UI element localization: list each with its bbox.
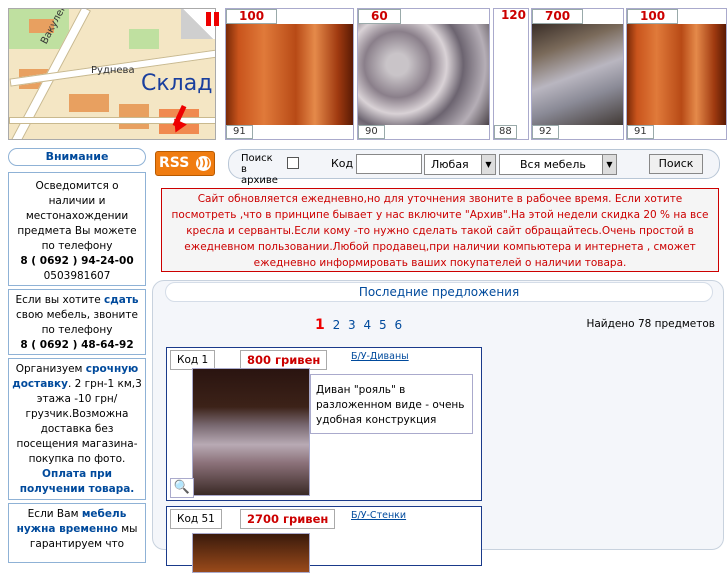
results-count: Найдено 78 предметов [586,318,715,330]
thumbnail-price: 700 [532,9,584,24]
phone-number: 0503981607 [43,270,111,282]
page-link-current[interactable]: 1 [315,317,325,333]
phone-number: 8 ( 0692 ) 94-24-00 [20,255,134,267]
product-photo[interactable] [226,24,353,125]
archive-checkbox[interactable] [287,157,299,169]
listing-description: Диван "рояль" в разложенном виде - очень… [310,374,473,434]
search-button[interactable]: Поиск [649,154,703,174]
search-bar: Поиск в архиве Код Любая ▼ Вся мебель ▼ … [228,149,720,186]
info-box-sell: Если вы хотите сдать свою мебель, звонит… [8,289,146,355]
street-label-2: Руднева [91,65,135,76]
info-text: Если вы хотите сдать свою мебель, звонит… [15,294,139,336]
info-box-delivery: Организуем срочную доставку. 2 грн-1 км,… [8,358,146,500]
listing-card[interactable]: Код 1 800 гривен Б/У-Диваны 🔍 Диван "роя… [166,347,482,501]
rss-icon: ))) [196,156,211,171]
info-text: Организуем срочную доставку. 2 грн-1 км,… [12,363,142,465]
rss-button[interactable]: RSS ))) [155,151,215,176]
location-map[interactable]: Вакуленчука Руднева Склад [8,8,216,140]
thumbnail-code: 91 [627,125,654,139]
listing-photo[interactable] [192,368,310,496]
thumbnail-item[interactable]: 100 91 [225,8,354,140]
magnifier-icon[interactable]: 🔍 [170,478,194,498]
info-highlight: Оплата при получении товара. [19,468,135,495]
info-text: Если Вам мебель нужна временно мы гарант… [16,508,138,550]
thumbnail-code: 91 [226,125,253,139]
category-select[interactable]: Вся мебель ▼ [499,154,617,175]
listing-photo[interactable] [192,533,310,573]
pause-marker-icon [206,12,211,26]
listing-price: 800 гривен [240,350,328,370]
pagination: 1 2 3 4 5 6 [315,317,402,333]
thumbnail-price: 100 [627,9,679,24]
thumbnail-code: 90 [358,125,385,139]
thumbnail-item[interactable]: 60 90 [357,8,490,140]
thumbnail-item[interactable]: 700 92 [531,8,624,140]
chevron-down-icon: ▼ [602,155,616,174]
product-photo[interactable] [494,24,528,125]
listing-category-link[interactable]: Б/У-Стенки [351,510,406,521]
listing-card[interactable]: Код 51 2700 гривен Б/У-Стенки [166,506,482,573]
listing-code: Код 51 [170,509,222,529]
thumbnail-price: 120 [500,8,526,22]
section-heading: Последние предложения [165,282,713,302]
info-box-contact: Осведомится о наличии и местонахождении … [8,172,146,286]
condition-select[interactable]: Любая ▼ [424,154,496,175]
product-photo[interactable] [532,24,623,125]
latest-offers-panel: Последние предложения 1 2 3 4 5 6 Найден… [152,280,724,573]
thumbnail-item[interactable]: 120 88 [493,8,529,140]
thumbnail-code: 92 [532,125,559,139]
phone-number: 8 ( 0692 ) 48-64-92 [20,339,134,351]
info-text: Осведомится о наличии и местонахождении … [17,180,137,252]
pause-marker-icon [214,12,219,26]
page-link[interactable]: 2 [333,318,341,332]
thumbnail-price: 60 [358,9,401,24]
page-link[interactable]: 3 [348,318,356,332]
listing-price: 2700 гривен [240,509,336,529]
page-link[interactable]: 4 [364,318,372,332]
thumbnail-item[interactable]: 100 91 [626,8,727,140]
product-photo[interactable] [627,24,726,125]
product-photo[interactable] [358,24,489,125]
listing-code: Код 1 [170,350,216,370]
code-input[interactable] [356,154,422,174]
sidebar-title: Внимание [8,148,146,166]
info-box-rent: Если Вам мебель нужна временно мы гарант… [8,503,146,563]
page-link[interactable]: 6 [394,318,402,332]
thumbnail-price: 100 [226,9,278,24]
archive-label: Поиск в архиве [241,153,278,186]
thumbnail-code: 88 [494,125,517,139]
listing-category-link[interactable]: Б/У-Диваны [351,351,409,362]
code-label: Код [331,157,354,170]
chevron-down-icon: ▼ [481,155,495,174]
page-link[interactable]: 5 [379,318,387,332]
notice-banner: Сайт обновляется ежедневно,но для уточне… [161,188,719,272]
warehouse-label: Склад [141,71,213,96]
